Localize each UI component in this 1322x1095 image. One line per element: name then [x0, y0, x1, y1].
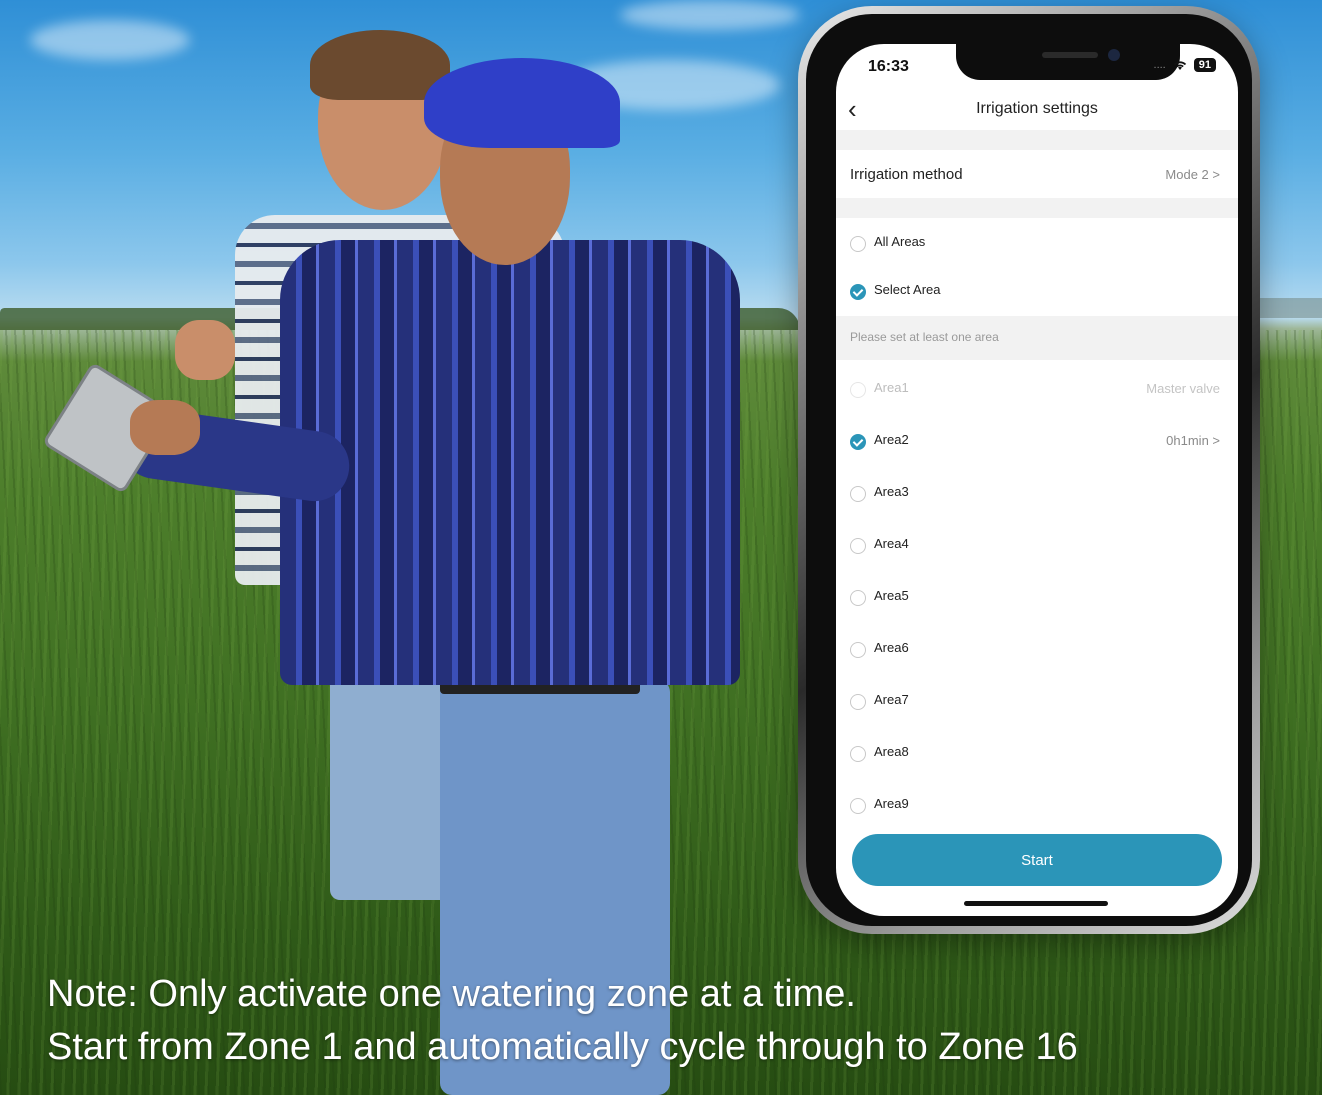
area-row[interactable]: Area2 0h1min > [836, 416, 1238, 468]
radio-unchecked-icon[interactable] [850, 538, 866, 554]
area-label: Area1 [874, 380, 909, 395]
notch [956, 44, 1180, 80]
caption-line-2: Start from Zone 1 and automatically cycl… [47, 1026, 1078, 1068]
home-indicator [964, 901, 1108, 906]
page-title: Irrigation settings [976, 100, 1098, 117]
area-label: Area6 [874, 640, 909, 655]
irrigation-method-value: Mode 2 > [1165, 166, 1220, 182]
area-label: Area2 [874, 432, 909, 447]
radio-checked-icon[interactable] [850, 284, 866, 300]
wifi-icon [1173, 61, 1186, 70]
irrigation-method-row[interactable]: Irrigation method Mode 2 > [836, 150, 1238, 198]
option-label: Select Area [874, 282, 941, 297]
phone-mockup: 16:33 .... 91 ‹ Irrigation settings Irri… [798, 6, 1260, 934]
irrigation-method-label: Irrigation method [850, 165, 963, 183]
area-value: Master valve [1146, 381, 1220, 396]
radio-unchecked-icon[interactable] [850, 694, 866, 710]
area-label: Area3 [874, 484, 909, 499]
area-label: Area4 [874, 536, 909, 551]
navbar: ‹ Irrigation settings [836, 90, 1238, 130]
radio-unchecked-icon[interactable] [850, 590, 866, 606]
battery-indicator: 91 [1193, 58, 1216, 72]
area-row[interactable]: Area6 [836, 624, 1238, 676]
area-row[interactable]: Area9 [836, 780, 1238, 832]
hint-text: Please set at least one area [850, 330, 999, 344]
radio-unchecked-icon[interactable] [850, 486, 866, 502]
radio-checked-icon[interactable] [850, 434, 866, 450]
area-label: Area5 [874, 588, 909, 603]
option-label: All Areas [874, 234, 926, 249]
area-label: Area8 [874, 744, 909, 759]
radio-unchecked-icon[interactable] [850, 746, 866, 762]
radio-unchecked-icon[interactable] [850, 236, 866, 252]
area-row[interactable]: Area5 [836, 572, 1238, 624]
status-time: 16:33 [868, 58, 909, 75]
area-row[interactable]: Area3 [836, 468, 1238, 520]
caption-line-1: Note: Only activate one watering zone at… [47, 973, 856, 1015]
area-label: Area7 [874, 692, 909, 707]
option-all-areas[interactable]: All Areas [836, 218, 1238, 270]
radio-unchecked-icon [850, 382, 866, 398]
divider [836, 130, 1238, 150]
area-row[interactable]: Area4 [836, 520, 1238, 572]
area-row: Area1 Master valve [836, 364, 1238, 416]
radio-unchecked-icon[interactable] [850, 642, 866, 658]
blue-cap [424, 58, 620, 148]
divider [836, 198, 1238, 218]
option-select-area[interactable]: Select Area [836, 266, 1238, 318]
caption: Note: Only activate one watering zone at… [47, 968, 1078, 1074]
area-row[interactable]: Area8 [836, 728, 1238, 780]
start-button[interactable]: Start [852, 834, 1222, 886]
hint-bar: Please set at least one area [836, 316, 1238, 360]
area-row[interactable]: Area7 [836, 676, 1238, 728]
signal-icon: .... [1153, 59, 1166, 71]
app-screen: 16:33 .... 91 ‹ Irrigation settings Irri… [836, 44, 1238, 916]
area-value[interactable]: 0h1min > [1166, 433, 1220, 448]
status-icons: .... 91 [1154, 58, 1216, 72]
radio-unchecked-icon[interactable] [850, 798, 866, 814]
area-label: Area9 [874, 796, 909, 811]
